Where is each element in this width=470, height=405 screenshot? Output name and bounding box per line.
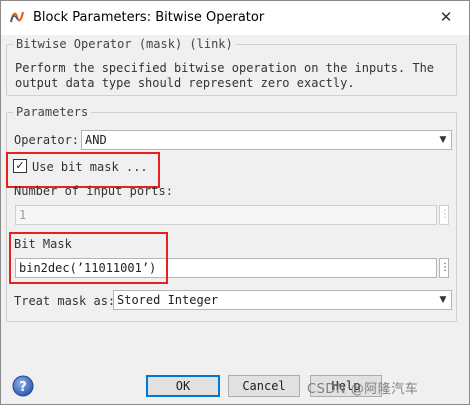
chevron-down-icon: ▼ [439, 135, 447, 145]
window-title: Block Parameters: Bitwise Operator [33, 10, 265, 25]
bit-mask-more-icon[interactable]: ⋮ [439, 258, 450, 278]
ok-button[interactable]: OK [146, 375, 220, 397]
num-ports-more-icon: ⋮ [439, 205, 450, 225]
block-parameters-dialog: Block Parameters: Bitwise Operator ✕ Bit… [0, 0, 470, 405]
watermark: CSDN @阿隆汽车 [307, 382, 419, 397]
treat-mask-value: Stored Integer [117, 293, 219, 307]
operator-select[interactable]: AND ▼ [81, 130, 452, 150]
title-bar: Block Parameters: Bitwise Operator ✕ [1, 1, 469, 35]
operator-value: AND [85, 133, 107, 147]
num-ports-value: 1 [19, 208, 27, 222]
block-description-group: Bitwise Operator (mask) (link) Perform t… [6, 37, 457, 96]
treat-mask-label: Treat mask as: [14, 294, 116, 308]
operator-label: Operator: [14, 133, 80, 147]
svg-text:?: ? [19, 380, 27, 395]
block-description: Perform the specified bitwise operation … [15, 61, 435, 90]
parameters-legend: Parameters [13, 105, 92, 119]
num-ports-input: 1 [15, 205, 437, 225]
bit-mask-highlight [9, 232, 168, 284]
cancel-button[interactable]: Cancel [228, 375, 300, 397]
help-icon[interactable]: ? [12, 375, 34, 397]
close-icon[interactable]: ✕ [433, 6, 459, 28]
block-group-legend: Bitwise Operator (mask) (link) [13, 37, 236, 51]
num-ports-label: Number of input ports: [14, 184, 173, 198]
use-bit-mask-highlight [6, 152, 160, 188]
chevron-down-icon: ▼ [439, 295, 447, 305]
simulink-icon [9, 11, 25, 23]
treat-mask-select[interactable]: Stored Integer ▼ [113, 290, 452, 310]
